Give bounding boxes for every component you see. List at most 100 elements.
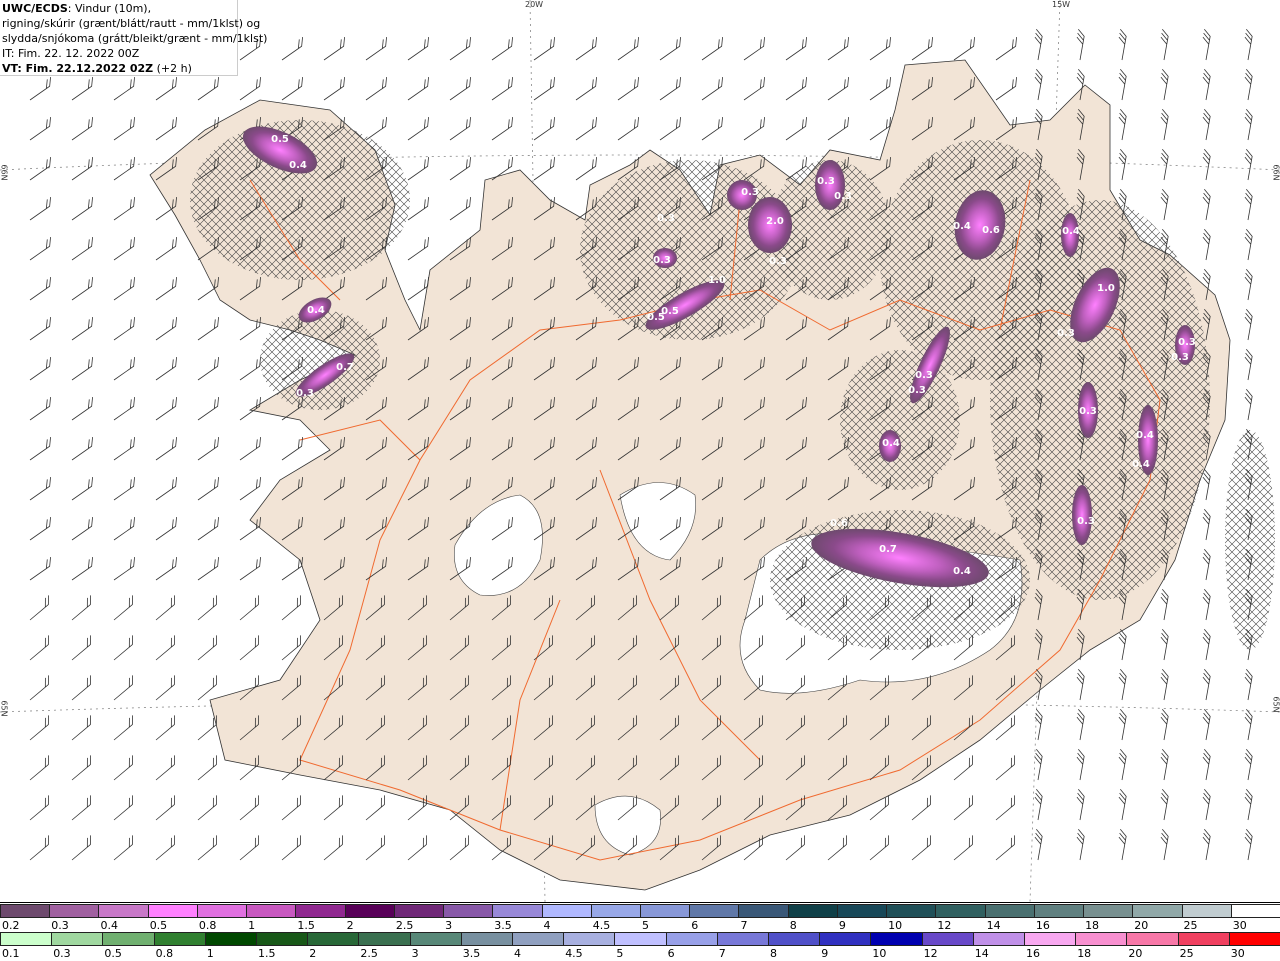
wind-barb-icon [29, 675, 49, 701]
legend-label: 1 [206, 947, 214, 960]
legend-swatch [1083, 904, 1134, 918]
wind-barb-icon [827, 117, 849, 141]
legend-label: 7 [740, 919, 748, 932]
wind-barb-icon [155, 317, 177, 341]
legend-swatch [984, 904, 1035, 918]
wind-barb-icon [113, 795, 133, 821]
legend-label: 3 [445, 919, 453, 932]
title-line-1: UWC/ECDS: Vindur (10m), [2, 1, 235, 16]
precip-label: 0.7 [336, 362, 354, 373]
wind-barb-icon [155, 635, 175, 661]
map-title-box: UWC/ECDS: Vindur (10m), rigning/skúrir (… [0, 0, 267, 76]
wind-barb-icon [197, 595, 217, 621]
wind-barb-icon [197, 835, 217, 861]
legend-swatch [51, 932, 104, 946]
wind-barb-icon [71, 397, 93, 421]
precip-label: 0.4 [307, 305, 325, 316]
wind-barb-icon [827, 37, 849, 61]
precip-label: 0.4 [1062, 226, 1080, 237]
wind-barb-icon [449, 835, 469, 861]
wind-barb-icon [239, 317, 261, 341]
wind-barb-icon [239, 635, 259, 661]
wind-barb-icon [1202, 748, 1211, 781]
wind-barb-icon [239, 557, 261, 581]
wind-barb-icon [71, 117, 93, 141]
wind-barb-icon [71, 835, 91, 861]
legend-swatch [409, 932, 462, 946]
wind-barb-icon [1034, 748, 1043, 781]
wind-barb-icon [1118, 28, 1127, 61]
grid-label-65n-left: 65N [0, 700, 9, 717]
wind-barb-icon [113, 755, 133, 781]
wind-barb-icon [71, 157, 93, 181]
wind-barb-icon [617, 37, 639, 61]
legend-swatch [870, 932, 923, 946]
legend-label: 5 [616, 947, 624, 960]
legend-swatch [1132, 904, 1183, 918]
precip-label: 0.3 [296, 388, 314, 399]
wind-barb-icon [113, 635, 133, 661]
wind-barb-icon [71, 517, 93, 541]
legend-swatch [689, 904, 740, 918]
wind-barb-icon [281, 37, 303, 61]
wind-barb-icon [869, 77, 891, 101]
wind-barb-icon [1244, 108, 1253, 141]
wind-barb-icon [71, 357, 93, 381]
wind-barb-icon [701, 117, 723, 141]
wind-barb-icon [1244, 308, 1253, 341]
wind-barb-icon [1202, 588, 1211, 621]
wind-barb-icon [1244, 708, 1253, 741]
wind-barb-icon [785, 77, 807, 101]
wind-barb-icon [869, 835, 889, 861]
wind-barb-icon [71, 277, 93, 301]
wind-barb-icon [113, 157, 135, 181]
wind-barb-icon [29, 197, 51, 221]
wind-barb-icon [71, 595, 91, 621]
legend-label: 14 [974, 947, 989, 960]
wind-barb-icon [1160, 628, 1169, 661]
wind-barb-icon [1160, 788, 1169, 821]
wind-barb-icon [365, 37, 387, 61]
wind-barb-icon [155, 357, 177, 381]
legend-swatch [1177, 932, 1230, 946]
legend-swatch [344, 904, 395, 918]
wind-barb-icon [155, 237, 177, 261]
legend-label: 0.1 [2, 947, 20, 960]
wind-barb-icon [29, 635, 49, 661]
grid-label-20w: 20W [525, 0, 544, 9]
valid-time-line: VT: Fim. 22.12.2022 02Z (+2 h) [2, 61, 235, 76]
legend-swatch [460, 932, 513, 946]
wind-barb-icon [1118, 828, 1127, 861]
wind-barb-icon [323, 37, 345, 61]
wind-barb-icon [407, 157, 429, 181]
legend-label: 10 [872, 947, 887, 960]
wind-barb-icon [155, 795, 175, 821]
precip-label: 0.3 [653, 255, 671, 266]
wind-barb-icon [1202, 148, 1211, 181]
legend-label: 12 [923, 947, 938, 960]
legend-label: 20 [1134, 919, 1149, 932]
wind-barb-icon [29, 277, 51, 301]
wind-barb-icon [113, 117, 135, 141]
wind-barb-icon [281, 795, 301, 821]
wind-barb-icon [995, 835, 1015, 861]
legend-swatch [246, 904, 297, 918]
wind-barb-icon [491, 77, 513, 101]
precip-label: 0.3 [1077, 516, 1095, 527]
wind-barb-icon [29, 437, 51, 461]
wind-barb-icon [155, 835, 175, 861]
wind-barb-icon [1244, 28, 1253, 61]
legend-swatch [393, 904, 445, 918]
wind-barb-icon [113, 715, 133, 741]
wind-barb-icon [1160, 68, 1169, 101]
legend-label: 2.5 [395, 919, 414, 932]
legend-label: 6 [667, 947, 675, 960]
wind-barb-icon [113, 277, 135, 301]
precip-label: 0.3 [908, 385, 926, 396]
title-line-2: rigning/skúrir (grænt/blátt/rautt - mm/1… [2, 17, 261, 30]
precip-label: 0.4 [953, 221, 971, 232]
wind-barb-icon [29, 795, 49, 821]
precip-label: 0.3 [1079, 406, 1097, 417]
precip-label: 0.3 [1178, 337, 1196, 348]
legend-label: 7 [718, 947, 726, 960]
